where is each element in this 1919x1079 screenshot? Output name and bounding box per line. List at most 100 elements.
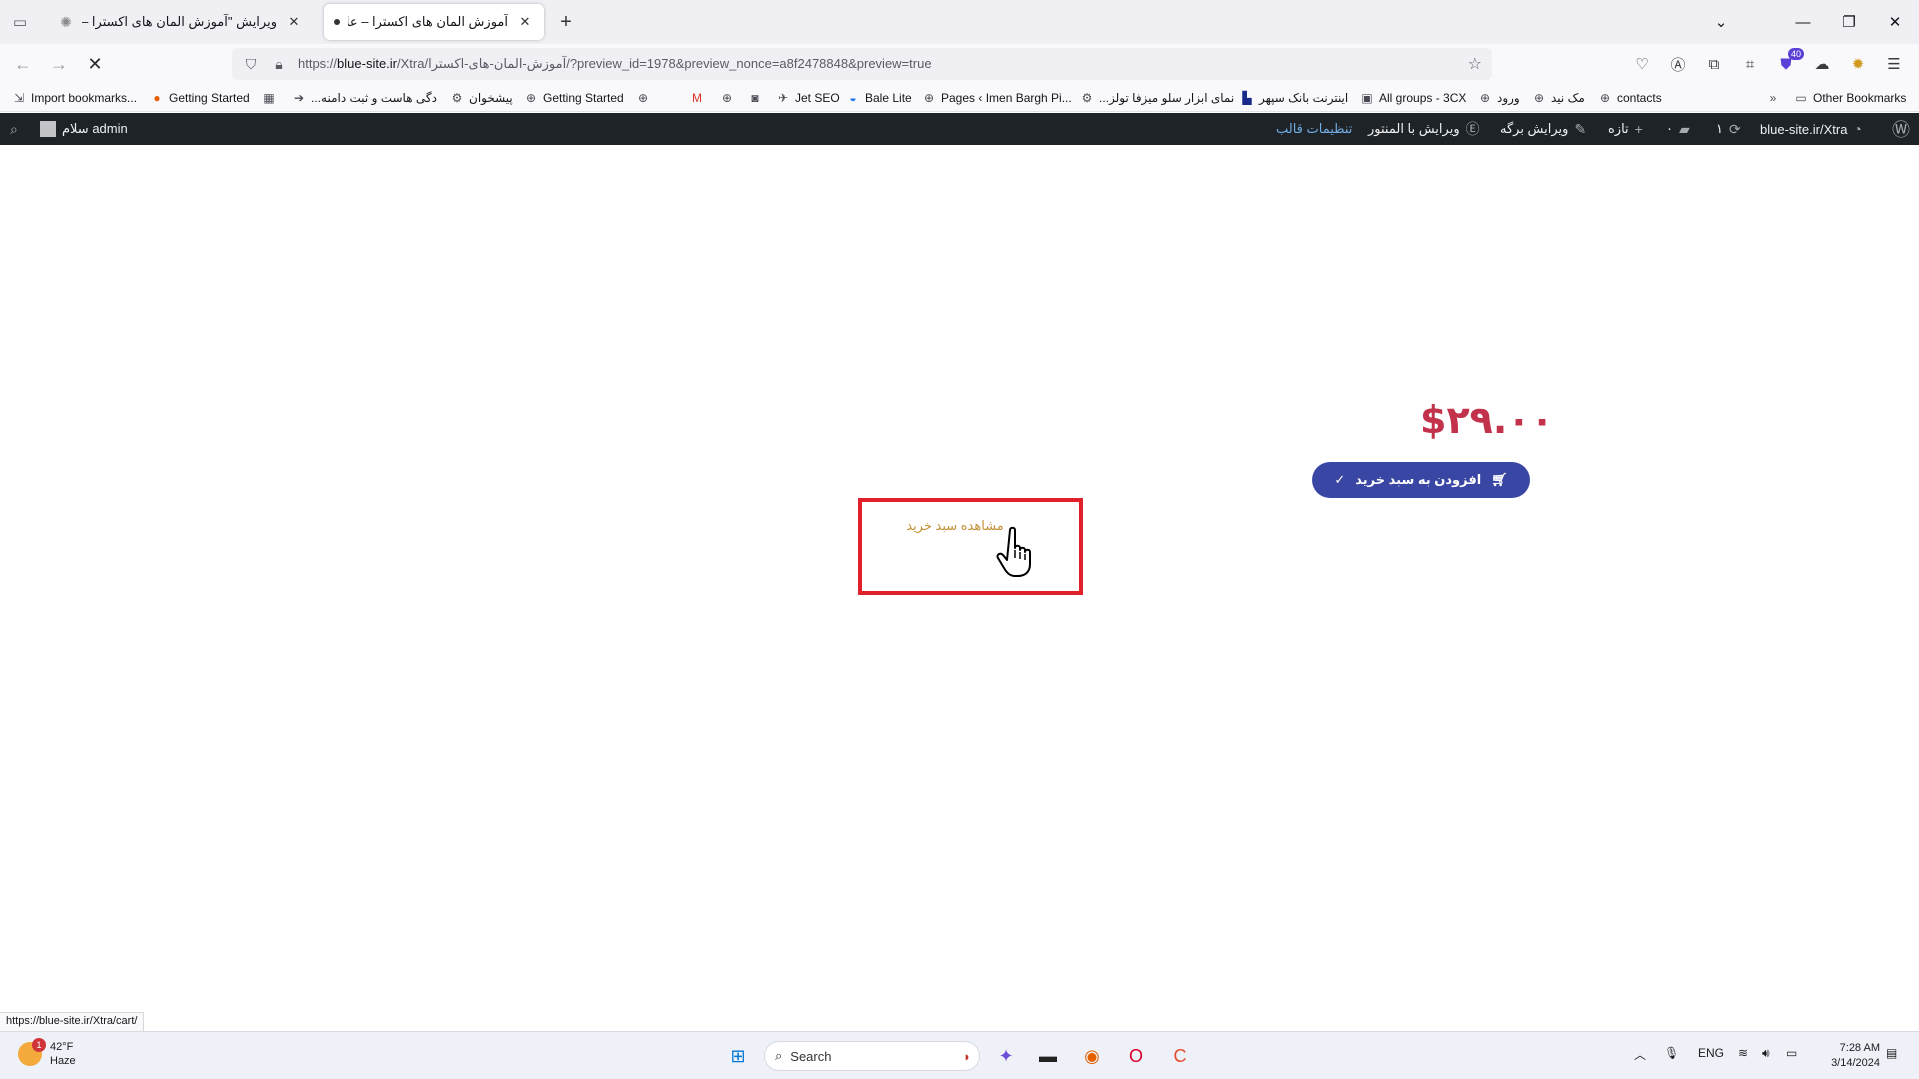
comment-icon: ▰ <box>1678 120 1690 137</box>
bookmark-item[interactable]: ✈ Jet SEO <box>776 89 840 107</box>
bookmark-item[interactable]: ➔ ...دگی هاست و ثبت دامنه <box>292 89 437 107</box>
edit-with-elementor[interactable]: ویرایش با المنتور Ⓔ <box>1368 113 1480 145</box>
tab-list-icon[interactable]: ▭ <box>6 8 34 36</box>
edit-page-link[interactable]: ویرایش برگه ✎ <box>1500 113 1586 145</box>
add-to-cart-button[interactable]: ✓ افزودن به سبد خرید 🛒︎ <box>1312 462 1530 498</box>
temperature: 42°F <box>50 1041 74 1053</box>
battery-icon[interactable]: ▭ <box>1786 1046 1797 1060</box>
time: 7:28 AM <box>1839 1042 1880 1054</box>
my-account[interactable]: سلام admin <box>40 113 128 145</box>
tracking-shield-icon[interactable]: ⛉ <box>242 56 260 73</box>
tab-title: آموزش المان های اکسترا – علاء <box>348 14 508 29</box>
menu-hamburger-icon[interactable]: ☰ <box>1882 52 1906 76</box>
minimize-icon[interactable]: — <box>1788 8 1818 36</box>
bookmark-item[interactable]: ◒ Bale Lite <box>846 89 911 107</box>
lock-icon[interactable]: 🔒︎ <box>270 56 288 73</box>
tab-overflow-chevron-icon[interactable]: ⌄ <box>1706 8 1736 36</box>
volume-icon[interactable]: 🔊︎ <box>1762 1046 1770 1061</box>
plus-icon: + <box>1634 121 1643 137</box>
bookmark-item[interactable]: ⊕ contacts <box>1598 89 1662 107</box>
globe-icon: ⊕ <box>923 91 935 105</box>
tab-close-icon[interactable]: ✕ <box>516 14 534 30</box>
bale-icon: ◒ <box>849 91 857 105</box>
microphone-icon[interactable]: 🎙︎ <box>1664 1046 1679 1060</box>
bookmark-item[interactable]: ⚙ ...نمای ابزار سلو میزفا تولز <box>1080 89 1235 107</box>
shield-extension-icon[interactable]: ⛊ 40 <box>1774 48 1804 76</box>
date: 3/14/2024 <box>1831 1057 1880 1069</box>
bookmark-item[interactable]: ⊕ ورود <box>1478 89 1520 107</box>
close-window-icon[interactable]: ✕ <box>1880 8 1910 36</box>
taskbar-search[interactable]: ⌕ Search ◗ <box>764 1041 980 1071</box>
firefox-taskbar-icon[interactable]: ◉ <box>1076 1040 1108 1072</box>
app-window-icon[interactable]: ▬ <box>1032 1040 1064 1072</box>
navigation-bar: ← → ✕ ⛉ 🔒︎ https://blue-site.ir/Xtra/آمو… <box>0 44 1919 84</box>
wordpress-logo-icon[interactable]: Ⓦ <box>1892 113 1910 145</box>
bookmark-item[interactable]: ⇲ Import bookmarks... <box>12 89 137 107</box>
bookmark-item[interactable]: ⊕ <box>720 89 734 107</box>
bookmark-item[interactable]: ▦ <box>262 89 276 107</box>
pocket-icon[interactable]: ♡ <box>1630 52 1654 76</box>
bookmarks-overflow-icon[interactable]: » <box>1766 89 1780 107</box>
updates-link[interactable]: ۱ ⟳ <box>1716 113 1741 145</box>
bookmark-item[interactable]: ▙ اینترنت بانک سپهر <box>1240 89 1348 107</box>
gmail-icon: M <box>692 91 702 105</box>
theme-settings-link[interactable]: تنظیمات قالب <box>1276 113 1352 145</box>
weather-alert-badge: 1 <box>32 1038 46 1052</box>
weather-widget[interactable]: 1 42°F Haze <box>18 1038 76 1068</box>
bookmark-item[interactable]: ▣ All groups - 3CX <box>1360 89 1466 107</box>
cloud-icon[interactable]: ☁ <box>1810 52 1834 76</box>
bookmark-item[interactable]: ⊕ Getting Started <box>524 89 624 107</box>
app-c-icon[interactable]: C <box>1164 1040 1196 1072</box>
back-icon[interactable]: ← <box>8 50 38 78</box>
start-button-windows-icon[interactable]: ⊞ <box>722 1040 754 1072</box>
wp-admin-bar: ⌕ سلام admin تنظیمات قالب ویرایش با المن… <box>0 113 1919 145</box>
bookmark-item[interactable]: ⊕ Pages ‹ Imen Bargh Pi... <box>922 89 1072 107</box>
wifi-icon[interactable]: ≋ <box>1738 1046 1748 1060</box>
forward-icon[interactable]: → <box>44 50 74 78</box>
notifications-icon[interactable]: ▤ <box>1886 1046 1897 1060</box>
add-to-cart-label: افزودن به سبد خرید <box>1355 472 1482 487</box>
bookmark-item[interactable]: ● Getting Started <box>150 89 249 107</box>
copilot-icon[interactable]: ✦ <box>990 1040 1022 1072</box>
clock[interactable]: 7:28 AM 3/14/2024 <box>1812 1041 1880 1071</box>
folder-icon: ▭ <box>1795 91 1807 105</box>
bookmark-item[interactable]: ⚙ پیشخوان <box>450 89 513 107</box>
extensions-icon[interactable]: ⧉ <box>1702 52 1726 76</box>
bookmark-item[interactable]: M <box>690 89 704 107</box>
globe-icon: ⊕ <box>721 91 733 105</box>
avatar <box>40 121 56 137</box>
tab-preview-page[interactable]: آموزش المان های اکسترا – علاء ✕ <box>324 4 544 40</box>
language-indicator[interactable]: ENG <box>1698 1046 1724 1060</box>
screenshot-icon[interactable]: ⌗ <box>1738 52 1762 76</box>
sun-extension-icon[interactable]: ✹ <box>1846 52 1870 76</box>
stop-loading-icon[interactable]: ✕ <box>80 50 110 78</box>
rocket-icon: ✈ <box>777 91 789 105</box>
bank-icon: ▙ <box>1242 91 1252 105</box>
site-name-link[interactable]: blue-site.ir/Xtra ◔ <box>1760 113 1862 145</box>
account-icon[interactable]: Ⓐ <box>1666 52 1690 76</box>
highlight-box <box>858 498 1083 595</box>
new-content-link[interactable]: تازه + <box>1608 113 1643 145</box>
gear-icon: ⚙ <box>451 91 463 105</box>
tab-edit-page[interactable]: ✺ ویرایش "آموزش المان های اکسترا – علا ✕ <box>48 4 313 40</box>
globe-icon: ⊕ <box>1533 91 1545 105</box>
url-text[interactable]: https://blue-site.ir/Xtra/آموزش-المان-ها… <box>298 56 932 72</box>
bookmark-star-icon[interactable]: ☆ <box>1468 54 1482 74</box>
restore-icon[interactable]: ❐ <box>1834 8 1864 36</box>
comments-link[interactable]: ۰ ▰ <box>1666 113 1690 145</box>
bookmark-item[interactable]: ◙ <box>748 89 762 107</box>
search-highlight-icon: ◗ <box>963 1048 971 1064</box>
new-tab-icon[interactable]: + <box>552 8 580 36</box>
calendar-icon: ▦ <box>263 91 275 105</box>
bookmark-item[interactable]: ⊕ <box>636 89 650 107</box>
url-bar[interactable]: ⛉ 🔒︎ https://blue-site.ir/Xtra/آموزش-الم… <box>232 48 1492 80</box>
other-bookmarks[interactable]: ▭ Other Bookmarks <box>1794 89 1906 107</box>
tab-close-icon[interactable]: ✕ <box>285 14 303 30</box>
search-icon: ⌕ <box>775 1048 783 1063</box>
loading-favicon-icon: ✺ <box>60 13 72 30</box>
opera-icon[interactable]: O <box>1120 1040 1152 1072</box>
admin-search-icon[interactable]: ⌕ <box>10 113 18 145</box>
bookmark-item[interactable]: ⊕ مک نید <box>1532 89 1585 107</box>
globe-icon: ⊕ <box>637 91 649 105</box>
tray-overflow-chevron-icon[interactable]: ︿ <box>1634 1046 1646 1063</box>
